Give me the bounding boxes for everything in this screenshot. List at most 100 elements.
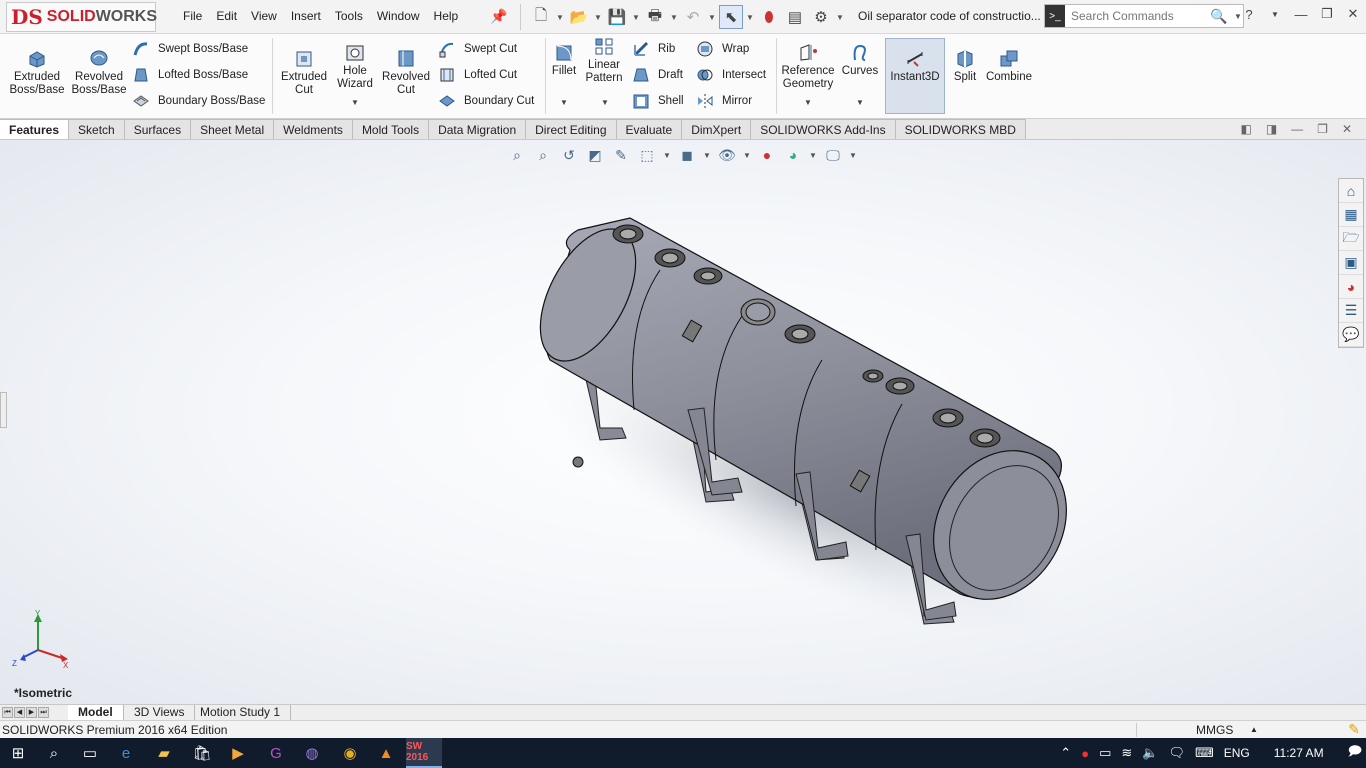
vlc-icon[interactable]: ▲: [368, 738, 404, 768]
hole-wizard-button[interactable]: Hole Wizard: [334, 42, 376, 91]
rebuild-traffic-light-icon[interactable]: ⬮: [757, 5, 781, 29]
next-tab-icon[interactable]: ▶: [26, 707, 37, 718]
battery-icon[interactable]: ▭: [1099, 745, 1111, 761]
view-settings-icon[interactable]: 🖵: [822, 146, 844, 164]
view-orientation-icon[interactable]: ⬚: [636, 146, 658, 164]
media-player-icon[interactable]: ▶: [220, 738, 256, 768]
options-dropdown-icon[interactable]: ▼: [835, 13, 845, 22]
lofted-boss-button[interactable]: Lofted Boss/Base: [132, 66, 248, 84]
lofted-cut-button[interactable]: Lofted Cut: [438, 66, 517, 84]
apply-scene-dropdown-icon[interactable]: ▼: [808, 151, 818, 160]
save-icon[interactable]: 💾: [605, 5, 629, 29]
print-icon[interactable]: 🖶: [643, 5, 667, 29]
linear-pattern-dropdown-icon[interactable]: ▼: [601, 98, 609, 107]
unit-system-selector[interactable]: MMGS: [1196, 723, 1233, 737]
hole-wizard-dropdown-icon[interactable]: ▼: [351, 98, 359, 107]
split-button[interactable]: Split: [950, 48, 980, 84]
dynamic-annotation-icon[interactable]: ✎: [610, 146, 632, 164]
zoom-to-fit-icon[interactable]: ⌕: [506, 146, 528, 164]
solidworks-logo[interactable]: DS SOLIDWORKS: [6, 2, 157, 32]
boundary-cut-button[interactable]: Boundary Cut: [438, 92, 534, 110]
revolved-boss-button[interactable]: Revolved Boss/Base: [70, 48, 128, 97]
zoom-to-area-icon[interactable]: ⌕: [532, 146, 554, 164]
tab-data-migration[interactable]: Data Migration: [429, 119, 527, 139]
display-style-icon[interactable]: ◼: [676, 146, 698, 164]
menu-view[interactable]: View: [244, 9, 284, 23]
menu-file[interactable]: File: [176, 9, 209, 23]
reference-geometry-button[interactable]: Reference Geometry: [780, 42, 836, 91]
solidworks-taskbar-icon[interactable]: SW 2016: [406, 738, 442, 768]
extruded-cut-button[interactable]: Extruded Cut: [278, 48, 330, 97]
windows-start-icon[interactable]: ⊞: [0, 738, 36, 768]
tab-dimxpert[interactable]: DimXpert: [682, 119, 752, 139]
show-hidden-icons-icon[interactable]: ⌃: [1060, 745, 1071, 761]
unit-system-dropdown-icon[interactable]: ▲: [1250, 725, 1258, 734]
menu-insert[interactable]: Insert: [284, 9, 328, 23]
file-properties-icon[interactable]: ▤: [783, 5, 807, 29]
linear-pattern-button[interactable]: Linear Pattern: [584, 36, 624, 85]
wifi-icon[interactable]: ≋: [1121, 745, 1132, 761]
notifications-icon[interactable]: 🗨: [1168, 745, 1185, 761]
custom-properties-icon[interactable]: ☰: [1339, 299, 1363, 323]
graphics-area[interactable]: ⌕ ⌕ ↺ ◩ ✎ ⬚ ▼ ◼ ▼ 👁 ▼ ● ◕ ▼ 🖵 ▼ ⌂ ▦ 🗁 ▣ ◕ ☰ 💬: [0, 140, 1366, 704]
language-indicator[interactable]: ENG: [1224, 746, 1250, 760]
keyboard-icon[interactable]: ⌨: [1195, 745, 1214, 761]
extruded-boss-button[interactable]: Extruded Boss/Base: [10, 48, 65, 97]
search-icon[interactable]: 🔍: [1205, 8, 1233, 25]
action-center-icon[interactable]: 🗩: [1348, 742, 1362, 764]
taskbar-search-icon[interactable]: ⌕: [36, 738, 72, 768]
tab-evaluate[interactable]: Evaluate: [616, 119, 683, 139]
solidworks-forum-icon[interactable]: 💬: [1339, 323, 1363, 347]
curves-button[interactable]: Curves: [842, 42, 878, 78]
app-spiral-icon[interactable]: ◍: [294, 738, 330, 768]
save-dropdown-icon[interactable]: ▼: [631, 13, 641, 22]
new-dropdown-icon[interactable]: ▼: [555, 13, 565, 22]
close-icon[interactable]: ✕: [1346, 6, 1360, 22]
menu-tools[interactable]: Tools: [328, 9, 370, 23]
mirror-button[interactable]: Mirror: [696, 92, 752, 110]
view-settings-dropdown-icon[interactable]: ▼: [848, 151, 858, 160]
tab-solidworks-add-ins[interactable]: SOLIDWORKS Add-Ins: [751, 119, 896, 139]
wrap-button[interactable]: Wrap: [696, 40, 749, 58]
shell-button[interactable]: Shell: [632, 92, 684, 110]
open-dropdown-icon[interactable]: ▼: [593, 13, 603, 22]
options-gear-icon[interactable]: ⚙: [809, 5, 833, 29]
menu-help[interactable]: Help: [427, 9, 466, 23]
rebuild-warning-icon[interactable]: ✎: [1348, 721, 1360, 738]
pin-menu-icon[interactable]: 📌: [490, 8, 507, 25]
volume-icon[interactable]: 🔈: [1142, 745, 1158, 761]
app-g-icon[interactable]: G: [258, 738, 294, 768]
first-tab-icon[interactable]: ⏮: [2, 707, 13, 718]
undo-icon[interactable]: ↶: [681, 5, 705, 29]
help-dropdown-icon[interactable]: ▼: [1268, 10, 1282, 19]
tab-weldments[interactable]: Weldments: [274, 119, 353, 139]
intersect-button[interactable]: Intersect: [696, 66, 766, 84]
select-cursor-icon[interactable]: ⬉: [719, 5, 743, 29]
prev-tab-icon[interactable]: ◀: [14, 707, 25, 718]
restore-icon[interactable]: ❐: [1320, 6, 1334, 22]
doc-restore-icon[interactable]: ❐: [1317, 122, 1328, 136]
apply-scene-icon[interactable]: ◕: [782, 146, 804, 164]
boundary-boss-button[interactable]: Boundary Boss/Base: [132, 92, 265, 110]
minimize-icon[interactable]: —: [1294, 7, 1308, 22]
solidworks-resources-home-icon[interactable]: ⌂: [1339, 179, 1363, 203]
tab-solidworks-mbd[interactable]: SOLIDWORKS MBD: [895, 119, 1026, 139]
tab-sheet-metal[interactable]: Sheet Metal: [191, 119, 275, 139]
swept-cut-button[interactable]: Swept Cut: [438, 40, 517, 58]
tile-right-icon[interactable]: ◨: [1266, 122, 1277, 136]
curves-dropdown-icon[interactable]: ▼: [856, 98, 864, 107]
feature-manager-collapse-handle[interactable]: [0, 392, 7, 428]
previous-view-icon[interactable]: ↺: [558, 146, 580, 164]
combine-button[interactable]: Combine: [984, 48, 1034, 84]
edge-browser-icon[interactable]: e: [108, 738, 144, 768]
doc-close-icon[interactable]: ✕: [1342, 122, 1352, 136]
tab-model[interactable]: Model: [68, 705, 124, 721]
instant3d-button[interactable]: Instant3D: [888, 48, 942, 84]
open-folder-icon[interactable]: 📂: [567, 5, 591, 29]
store-icon[interactable]: 🛍: [184, 738, 220, 768]
swept-boss-button[interactable]: Swept Boss/Base: [132, 40, 248, 58]
menu-edit[interactable]: Edit: [209, 9, 244, 23]
search-input[interactable]: Search Commands: [1065, 9, 1205, 23]
clock[interactable]: 11:27 AM: [1274, 746, 1324, 760]
fillet-button[interactable]: Fillet: [550, 42, 578, 78]
